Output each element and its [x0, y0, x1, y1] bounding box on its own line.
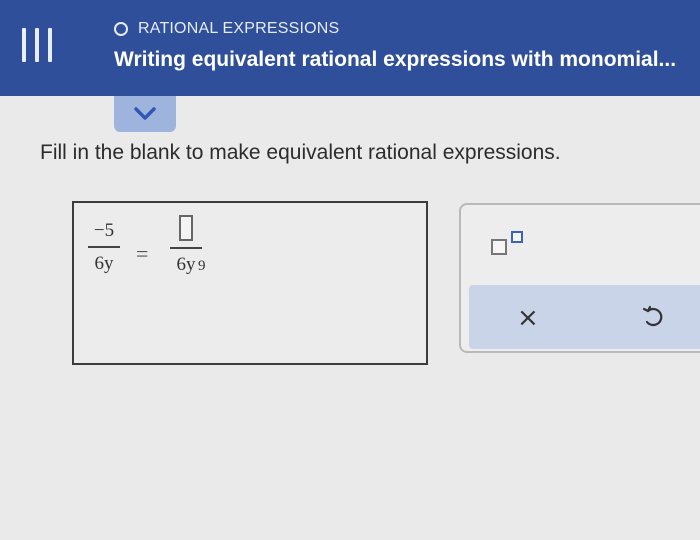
fraction-bar [170, 247, 202, 249]
right-exponent: 9 [198, 258, 206, 274]
topic-label: RATIONAL EXPRESSIONS [114, 20, 339, 38]
answer-area: −5 6y = 6y 9 [72, 201, 428, 365]
equals-sign: = [136, 241, 149, 266]
left-denominator: 6y [94, 253, 114, 274]
blank-input[interactable] [179, 215, 193, 241]
undo-icon[interactable] [641, 305, 665, 334]
fraction-bar [88, 246, 120, 248]
header-bar: RATIONAL EXPRESSIONS Writing equivalent … [0, 0, 700, 96]
circle-outline-icon [114, 22, 128, 36]
keypad-actions: × [469, 285, 700, 349]
topic-text: RATIONAL EXPRESSIONS [138, 20, 340, 37]
hamburger-menu-icon[interactable] [22, 28, 52, 68]
instruction-text: Fill in the blank to make equivalent rat… [40, 141, 561, 164]
left-fraction: −5 6y [88, 221, 120, 273]
expand-tab[interactable] [114, 96, 176, 132]
right-denominator: 6y [176, 254, 196, 275]
keypad-panel: × [459, 203, 700, 353]
close-icon[interactable]: × [517, 303, 539, 333]
page-title: Writing equivalent rational expressions … [114, 48, 677, 71]
left-numerator: −5 [93, 220, 115, 241]
exponent-template-icon[interactable] [491, 231, 531, 257]
chevron-down-icon [134, 107, 156, 120]
